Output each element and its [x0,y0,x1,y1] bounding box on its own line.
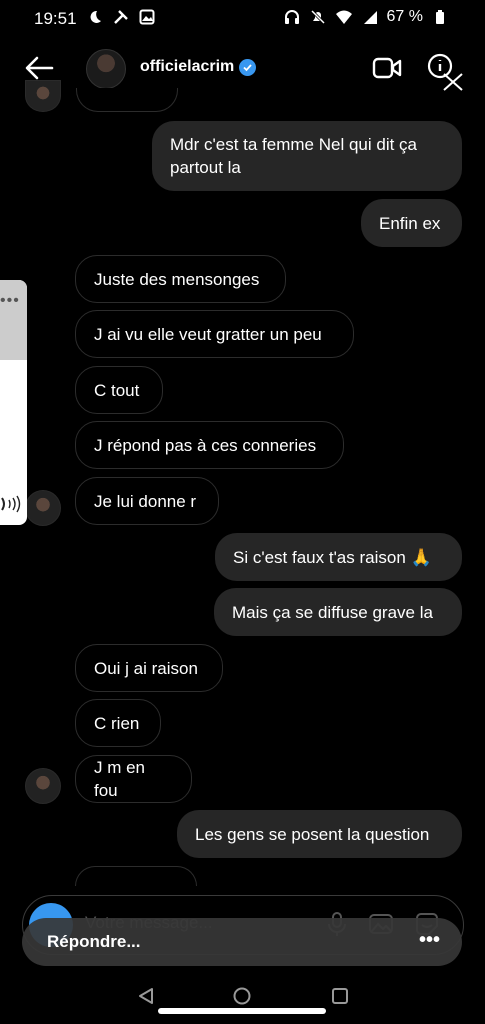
message-bubble-incoming[interactable]: J ai vu elle veut gratter un peu [75,310,354,358]
message-bubble-outgoing[interactable]: Mais ça se diffuse grave la [214,588,462,636]
battery-icon [431,8,449,26]
message-bubble-incoming[interactable]: Je lui donne r [75,477,219,525]
sender-avatar[interactable] [25,768,61,804]
image-icon [138,8,156,26]
battery-level: 67 % [386,8,423,25]
message-bubble-incoming[interactable]: Juste des mensonges [75,255,286,303]
message-bubble-outgoing[interactable]: Enfin ex [361,199,462,247]
contact-avatar[interactable] [86,49,126,89]
system-navigation-bar [0,976,485,1024]
message-bubble-incoming[interactable]: J répond pas à ces conneries [75,421,344,469]
more-dots-icon[interactable]: ••• [0,292,20,310]
message-bubble-incoming[interactable]: C tout [75,366,163,414]
sender-avatar[interactable] [25,490,61,526]
sound-waves-icon[interactable] [0,494,22,514]
message-bubble-incoming[interactable]: C rien [75,699,161,747]
video-call-icon[interactable] [372,56,402,80]
tools-icon [112,8,130,26]
info-icon[interactable] [426,52,466,92]
home-gesture-pill[interactable] [158,1008,326,1014]
message-bubble-outgoing[interactable]: Les gens se posent la question [177,810,462,858]
status-time: 19:51 [34,9,77,28]
reply-bar[interactable]: Répondre... ••• [22,918,462,966]
contact-username[interactable]: officielacrim [140,58,234,76]
message-bubble-incoming[interactable]: J m en fou [75,755,192,803]
message-bubble-partial [75,866,197,886]
message-bubble-outgoing[interactable]: Si c'est faux t'as raison 🙏 [215,533,462,581]
headphones-icon [283,8,301,26]
nav-back-icon[interactable] [136,986,156,1011]
signal-icon [361,8,379,26]
nav-recents-icon[interactable] [330,986,350,1011]
floating-side-panel[interactable]: ••• [0,280,27,525]
message-bubble-outgoing[interactable]: Mdr c'est ta femme Nel qui dit ça partou… [152,121,462,191]
moon-icon [86,8,104,26]
mute-bell-icon [309,8,327,26]
wifi-icon [335,8,353,26]
back-arrow-icon[interactable] [22,54,56,82]
chat-header: officielacrim [0,40,485,96]
message-bubble-incoming[interactable]: Oui j ai raison [75,644,223,692]
sender-avatar[interactable] [25,80,61,112]
message-bubble-partial [76,88,178,112]
more-options-icon[interactable]: ••• [419,929,440,952]
status-bar: 19:51 67 % [0,0,485,36]
verified-badge-icon [239,59,256,76]
reply-label[interactable]: Répondre... [47,932,141,952]
